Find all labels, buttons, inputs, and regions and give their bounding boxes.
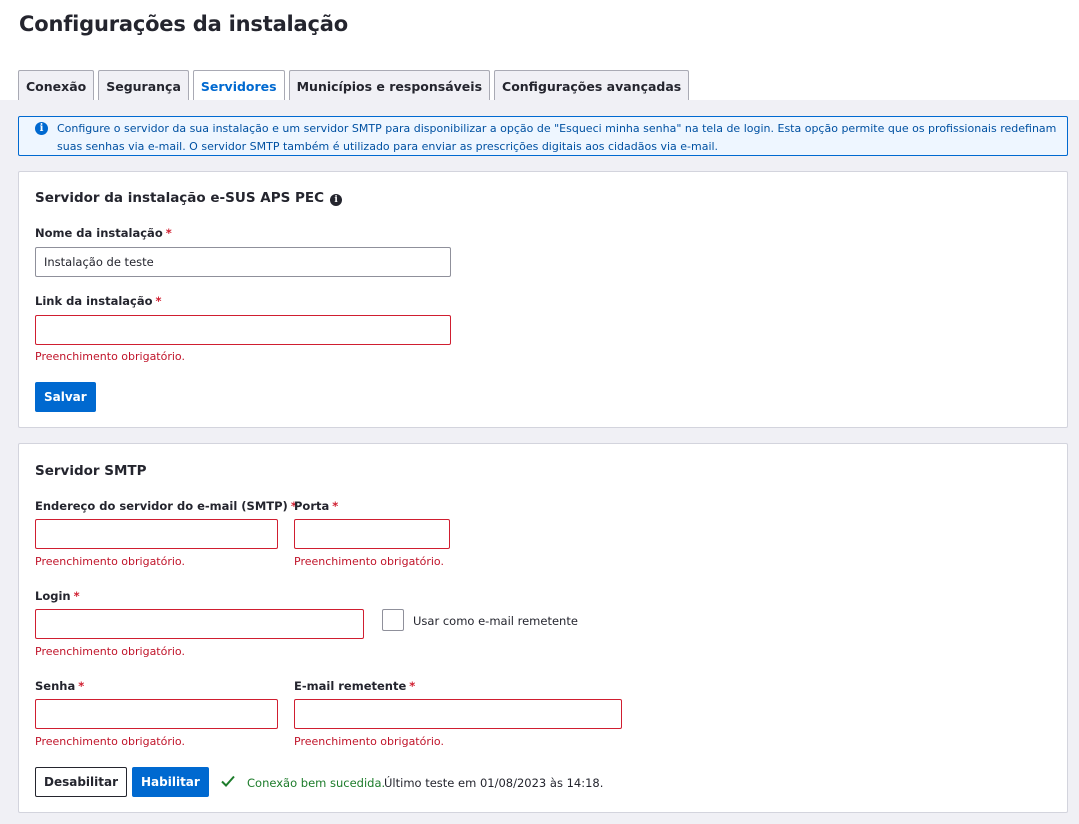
use-as-sender-label[interactable]: Usar como e-mail remetente [413, 614, 578, 628]
tab-configuracoes-avancadas[interactable]: Configurações avançadas [494, 70, 690, 101]
use-as-sender-checkbox[interactable] [382, 609, 404, 631]
smtp-server-label: Endereço do servidor do e-mail (SMTP) * [35, 499, 297, 513]
page-title: Configurações da instalação [19, 12, 348, 36]
smtp-server-label-text: Endereço do servidor do e-mail (SMTP) [35, 499, 288, 513]
installation-link-input[interactable] [35, 315, 451, 345]
installation-link-error: Preenchimento obrigatório. [35, 350, 185, 363]
port-input[interactable] [294, 519, 450, 549]
installation-server-card: Servidor da instalação e-SUS APS PEC i No… [18, 171, 1068, 428]
check-icon [221, 775, 235, 787]
info-alert: i Configure o servidor da sua instalação… [18, 116, 1068, 156]
login-error: Preenchimento obrigatório. [35, 645, 185, 658]
required-mark: * [332, 499, 339, 513]
installation-name-label: Nome da instalação * [35, 226, 172, 240]
disable-button[interactable]: Desabilitar [35, 767, 128, 797]
sender-email-input[interactable] [294, 699, 622, 729]
enable-button[interactable]: Habilitar [132, 767, 209, 797]
connection-status: Conexão bem sucedida. [247, 776, 386, 790]
login-input[interactable] [35, 609, 364, 639]
smtp-server-input[interactable] [35, 519, 278, 549]
tab-seguranca[interactable]: Segurança [98, 70, 189, 101]
info-filled-icon[interactable]: i [330, 194, 343, 206]
login-label-text: Login [35, 589, 71, 603]
port-label-text: Porta [294, 499, 330, 513]
sender-email-label: E-mail remetente * [294, 679, 415, 693]
info-text-line1: Configure o servidor da sua instalação e… [57, 122, 1057, 135]
sender-email-label-text: E-mail remetente [294, 679, 407, 693]
required-mark: * [73, 589, 80, 603]
smtp-card-title: Servidor SMTP [35, 463, 147, 479]
tab-municipios[interactable]: Municípios e responsáveis [288, 70, 491, 101]
smtp-server-card: Servidor SMTP Endereço do servidor do e-… [18, 443, 1068, 813]
last-test-info: Último teste em 01/08/2023 às 14:18. [384, 776, 604, 790]
password-label: Senha * [35, 679, 84, 693]
required-mark: * [155, 294, 162, 308]
installation-link-label-text: Link da instalação [35, 294, 153, 308]
password-error: Preenchimento obrigatório. [35, 735, 185, 748]
save-button[interactable]: Salvar [35, 382, 96, 412]
installation-link-label: Link da instalação * [35, 294, 162, 308]
password-label-text: Senha [35, 679, 76, 693]
installation-card-title: Servidor da instalação e-SUS APS PEC i [35, 190, 343, 206]
tab-servidores[interactable]: Servidores [192, 70, 285, 102]
info-text-line2: suas senhas via e-mail. O servidor SMTP … [57, 140, 719, 153]
password-input[interactable] [35, 699, 278, 729]
required-mark: * [78, 679, 85, 693]
port-error: Preenchimento obrigatório. [294, 555, 444, 568]
required-mark: * [165, 226, 172, 240]
installation-name-label-text: Nome da instalação [35, 226, 163, 240]
smtp-server-error: Preenchimento obrigatório. [35, 555, 185, 568]
info-icon: i [35, 122, 48, 135]
installation-name-input[interactable]: Instalação de teste [35, 247, 451, 277]
sender-email-error: Preenchimento obrigatório. [294, 735, 444, 748]
tabs: Conexão Segurança Servidores Municípios … [18, 70, 693, 102]
tab-conexao[interactable]: Conexão [18, 70, 95, 101]
required-mark: * [409, 679, 416, 693]
installation-title-text: Servidor da instalação e-SUS APS PEC [35, 190, 325, 206]
login-label: Login * [35, 589, 80, 603]
port-label: Porta * [294, 499, 338, 513]
